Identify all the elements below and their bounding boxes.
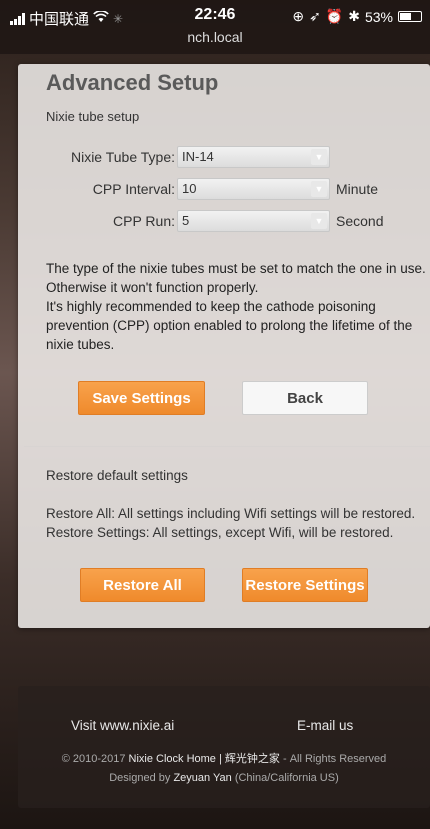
copyright-suffix: - All Rights Reserved (282, 753, 387, 765)
alarm-icon: ⏰ (325, 8, 344, 24)
visit-link[interactable]: Visit www.nixie.ai (71, 718, 174, 733)
description-line-1: The type of the nixie tubes must be set … (46, 261, 426, 295)
save-settings-button[interactable]: Save Settings (78, 381, 205, 415)
cpp-interval-value: 10 (182, 181, 197, 196)
page-title: Advanced Setup (46, 70, 219, 95)
restore-settings-description: Restore Settings: All settings, except W… (46, 525, 394, 540)
battery-icon (398, 11, 422, 22)
advanced-setup-panel: Advanced Setup Nixie tube setup Nixie Tu… (18, 64, 430, 628)
cpp-interval-label: CPP Interval: (92, 181, 175, 197)
chevron-down-icon: ▼ (311, 181, 327, 197)
cpp-run-label: CPP Run: (113, 213, 175, 229)
restore-title: Restore default settings (46, 468, 188, 483)
bluetooth-icon: ✱ (348, 8, 360, 24)
status-right: ⊕ ➶ ⏰ ✱ 53% (292, 8, 422, 25)
designed-prefix: Designed by (109, 772, 171, 784)
cpp-run-select[interactable]: 5 ▼ (177, 210, 330, 232)
battery-percent: 53% (364, 8, 393, 25)
cpp-interval-select[interactable]: 10 ▼ (177, 178, 330, 200)
chevron-down-icon: ▼ (311, 149, 327, 165)
status-bar: 中国联通 ✳ 22:46 nch.local ⊕ ➶ ⏰ ✱ 53% (0, 0, 430, 54)
divider (24, 446, 430, 447)
chevron-down-icon: ▼ (311, 213, 327, 229)
restore-settings-button[interactable]: Restore Settings (242, 568, 368, 602)
restore-all-description: Restore All: All settings including Wifi… (46, 506, 416, 521)
tube-type-label: Nixie Tube Type: (70, 149, 175, 165)
lock-rotation-icon: ⊕ (292, 8, 305, 24)
cpp-interval-unit: Minute (336, 181, 379, 197)
location-icon: ➶ (309, 8, 321, 24)
page-url[interactable]: nch.local (0, 29, 430, 45)
tube-type-value: IN-14 (182, 149, 214, 164)
home-link[interactable]: Nixie Clock Home | 辉光钟之家 (129, 753, 280, 765)
cpp-run-value: 5 (182, 213, 190, 228)
restore-description: Restore All: All settings including Wifi… (46, 504, 426, 542)
cpp-run-row: CPP Run: 5 ▼ Second (36, 210, 383, 232)
email-link[interactable]: E-mail us (297, 718, 353, 733)
footer: Visit www.nixie.ai E-mail us © 2010-2017… (18, 686, 430, 808)
back-button[interactable]: Back (242, 381, 368, 415)
copyright-prefix: © 2010-2017 (61, 753, 126, 765)
cpp-run-unit: Second (336, 213, 384, 229)
copyright: © 2010-2017 Nixie Clock Home | 辉光钟之家 - A… (18, 750, 430, 766)
designer-credit: Designed by Zeyuan Yan (China/California… (18, 772, 430, 784)
tube-type-row: Nixie Tube Type: IN-14 ▼ (36, 146, 330, 168)
designed-suffix: (China/California US) (234, 772, 339, 784)
restore-all-button[interactable]: Restore All (80, 568, 205, 602)
cpp-interval-row: CPP Interval: 10 ▼ Minute (36, 178, 378, 200)
section-subtitle: Nixie tube setup (46, 109, 140, 124)
designer-name[interactable]: Zeyuan Yan (173, 772, 231, 784)
description-line-2: It's highly recommended to keep the cath… (46, 299, 413, 352)
tube-type-select[interactable]: IN-14 ▼ (177, 146, 330, 168)
setup-description: The type of the nixie tubes must be set … (46, 259, 426, 354)
